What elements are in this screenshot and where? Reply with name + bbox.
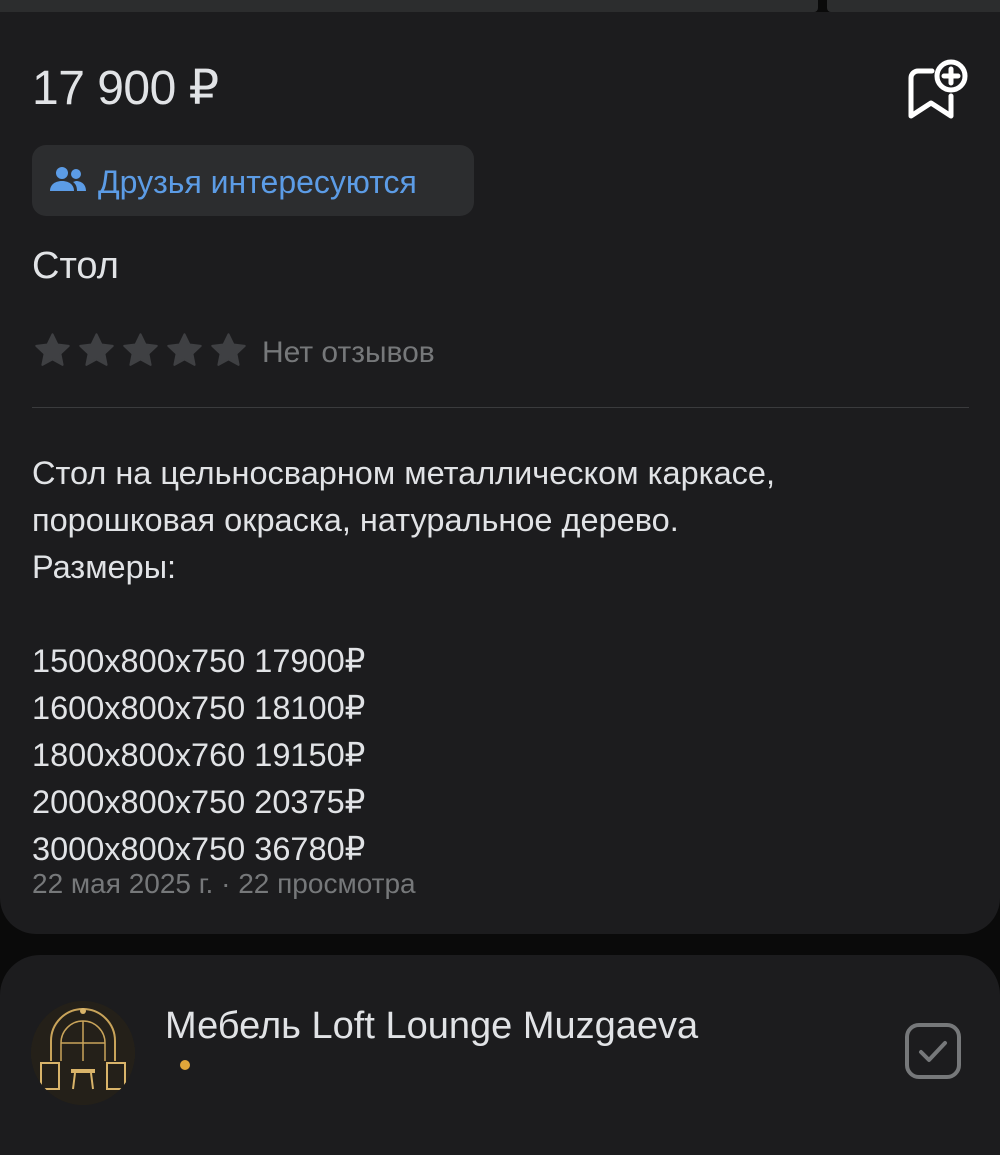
post-meta: 22 мая 2025 г. · 22 просмотра (32, 868, 416, 899)
product-price: 17 900 ₽ (32, 62, 219, 115)
description-line: Стол на цельносварном металлическом карк… (32, 455, 776, 491)
avatar[interactable] (31, 1001, 135, 1105)
rating-stars (32, 330, 249, 376)
star-icon (123, 333, 158, 366)
reviews-link[interactable]: Нет отзывов (262, 336, 435, 370)
bookmark-add-button[interactable] (904, 58, 968, 122)
seller-logo (31, 1001, 135, 1105)
star-icon (35, 333, 70, 366)
check-square-icon (905, 1023, 961, 1079)
seller-card[interactable]: Мебель Loft Lounge Muzgaeva (0, 955, 1000, 1155)
description-line (32, 591, 972, 638)
description-line: 1600х800х750 18100₽ (32, 690, 366, 726)
subscribe-button[interactable] (903, 1021, 963, 1081)
top-strip-left (0, 0, 818, 12)
description-line: Размеры: (32, 549, 177, 585)
friends-chip-label: Друзья интересуются (98, 164, 417, 200)
description-line: 1800х800х760 19150₽ (32, 737, 366, 773)
friends-interested-chip[interactable]: Друзья интересуются (32, 145, 474, 216)
product-title: Стол (32, 245, 119, 287)
star-icon (79, 333, 114, 366)
product-card: 17 900 ₽ Друзья интересуются Стол Нет от… (0, 12, 1000, 934)
seller-status-dot (180, 1060, 190, 1070)
description-line: 1500х800х750 17900₽ (32, 643, 366, 679)
star-icon (211, 333, 246, 366)
description-line: 3000х800х750 36780₽ (32, 831, 366, 867)
seller-name[interactable]: Мебель Loft Lounge Muzgaeva (165, 1005, 698, 1048)
star-icon (167, 333, 202, 366)
product-description: Стол на цельносварном металлическом карк… (32, 450, 972, 873)
top-strip-right (827, 0, 1000, 12)
top-strip (0, 0, 1000, 12)
people-icon (50, 167, 86, 191)
description-line: 2000х800х750 20375₽ (32, 784, 366, 820)
divider (32, 407, 969, 408)
description-line: порошковая окраска, натуральное дерево. (32, 502, 679, 538)
bookmark-add-icon (908, 59, 968, 119)
